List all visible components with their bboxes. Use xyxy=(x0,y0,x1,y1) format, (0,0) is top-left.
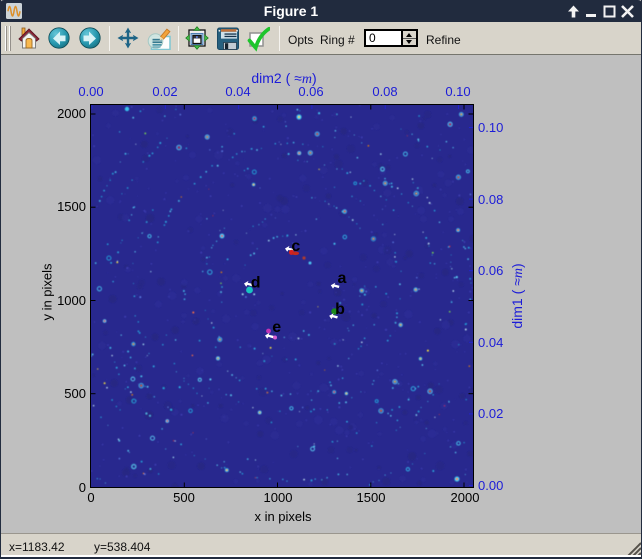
svg-text:d: d xyxy=(251,275,261,292)
svg-text:c: c xyxy=(291,238,300,255)
svg-text:b: b xyxy=(335,301,345,318)
svg-text:a: a xyxy=(338,270,347,287)
svg-text:e: e xyxy=(272,319,281,336)
